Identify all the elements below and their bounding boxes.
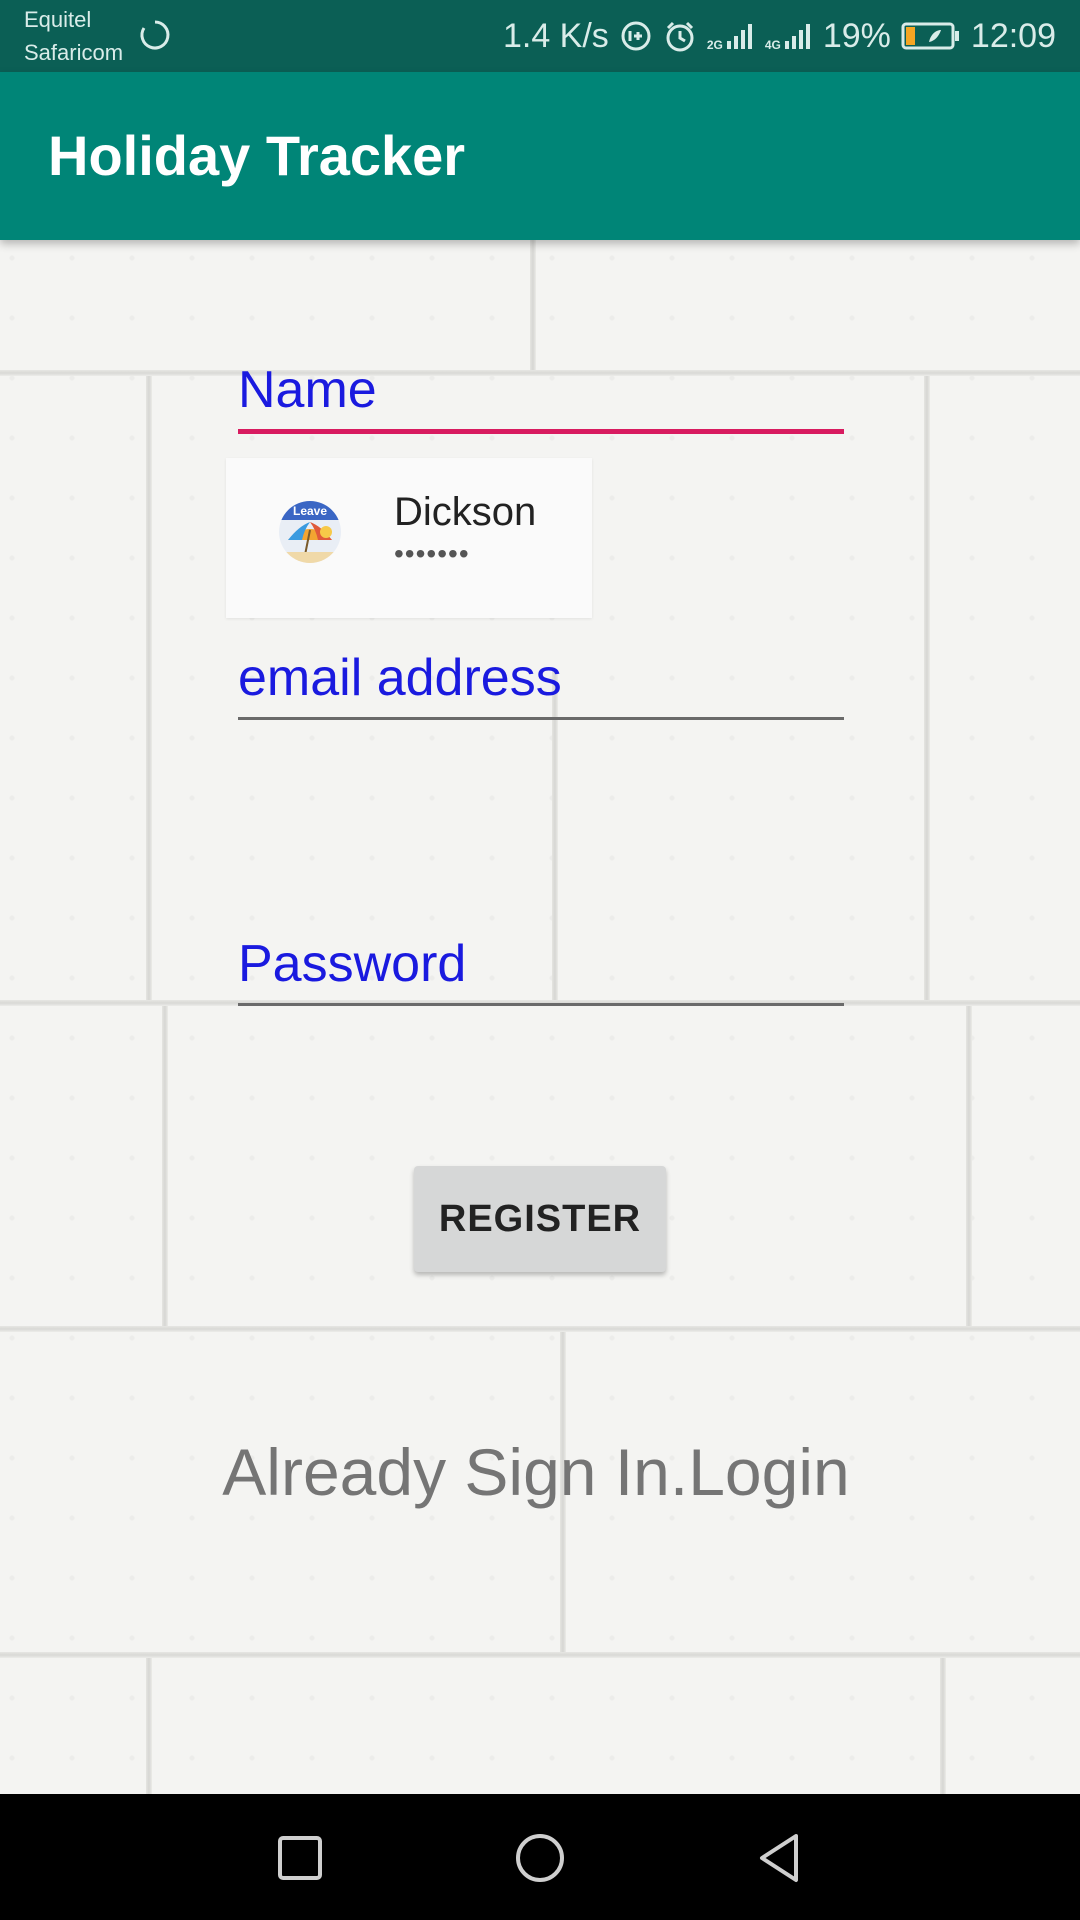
password-field[interactable]: Password (238, 932, 844, 1008)
alarm-icon (663, 19, 697, 53)
password-label: Password (238, 935, 467, 993)
signal-4g-icon: 4G (765, 20, 813, 52)
login-link[interactable]: Already Sign In.Login (0, 1432, 1072, 1512)
carrier-name-1: Equitel (24, 7, 92, 32)
mortar-line (940, 1658, 946, 1794)
status-right: 1.4 K/s 2G 4G 19% 12:09 (503, 0, 1056, 72)
mortar-line (924, 376, 930, 1000)
mortar-line (146, 1658, 152, 1794)
back-icon[interactable] (752, 1830, 808, 1886)
app-avatar-icon: Leave (279, 501, 341, 563)
network-speed: 1.4 K/s (502, 16, 609, 55)
name-label: Name (238, 361, 377, 419)
mortar-line (530, 240, 536, 370)
autofill-suggestion[interactable]: Leave Dickson ••••••• (226, 458, 592, 618)
autofill-password-mask: ••••••• (394, 538, 470, 569)
mortar-line (0, 1652, 1080, 1658)
sync-icon (140, 20, 170, 50)
mortar-line (146, 376, 152, 1000)
mortar-line (966, 1006, 972, 1326)
autofill-username: Dickson (394, 490, 537, 534)
recents-icon[interactable] (272, 1830, 328, 1886)
mortar-line (0, 1326, 1080, 1332)
carrier-name-2: Safaricom (24, 40, 124, 65)
battery-percent: 19% (822, 16, 891, 55)
avatar-text: Leave (293, 504, 327, 518)
net-2g-label: 2G (706, 38, 723, 52)
email-label: email address (238, 649, 562, 707)
signal-2g-icon: 2G (707, 20, 755, 52)
net-4g-label: 4G (764, 38, 781, 52)
register-button[interactable]: REGISTER (414, 1166, 666, 1272)
email-underline (238, 717, 844, 720)
email-field[interactable]: email address (238, 646, 844, 722)
data-saver-icon (619, 19, 653, 53)
app-title: Holiday Tracker (48, 124, 466, 187)
screen: Equitel Safaricom 1.4 K/s 2G 4G 19% 12:0… (0, 0, 1080, 1920)
status-bar: Equitel Safaricom 1.4 K/s 2G 4G 19% 12:0… (0, 0, 1080, 72)
password-underline (238, 1003, 844, 1006)
battery-icon (901, 21, 961, 51)
name-field[interactable]: Name (238, 358, 844, 436)
navigation-bar (0, 1794, 1080, 1920)
app-bar: Holiday Tracker (0, 72, 1080, 240)
clock-time: 12:09 (970, 16, 1056, 55)
name-underline (238, 429, 844, 434)
mortar-line (162, 1006, 168, 1326)
home-icon[interactable] (512, 1830, 568, 1886)
